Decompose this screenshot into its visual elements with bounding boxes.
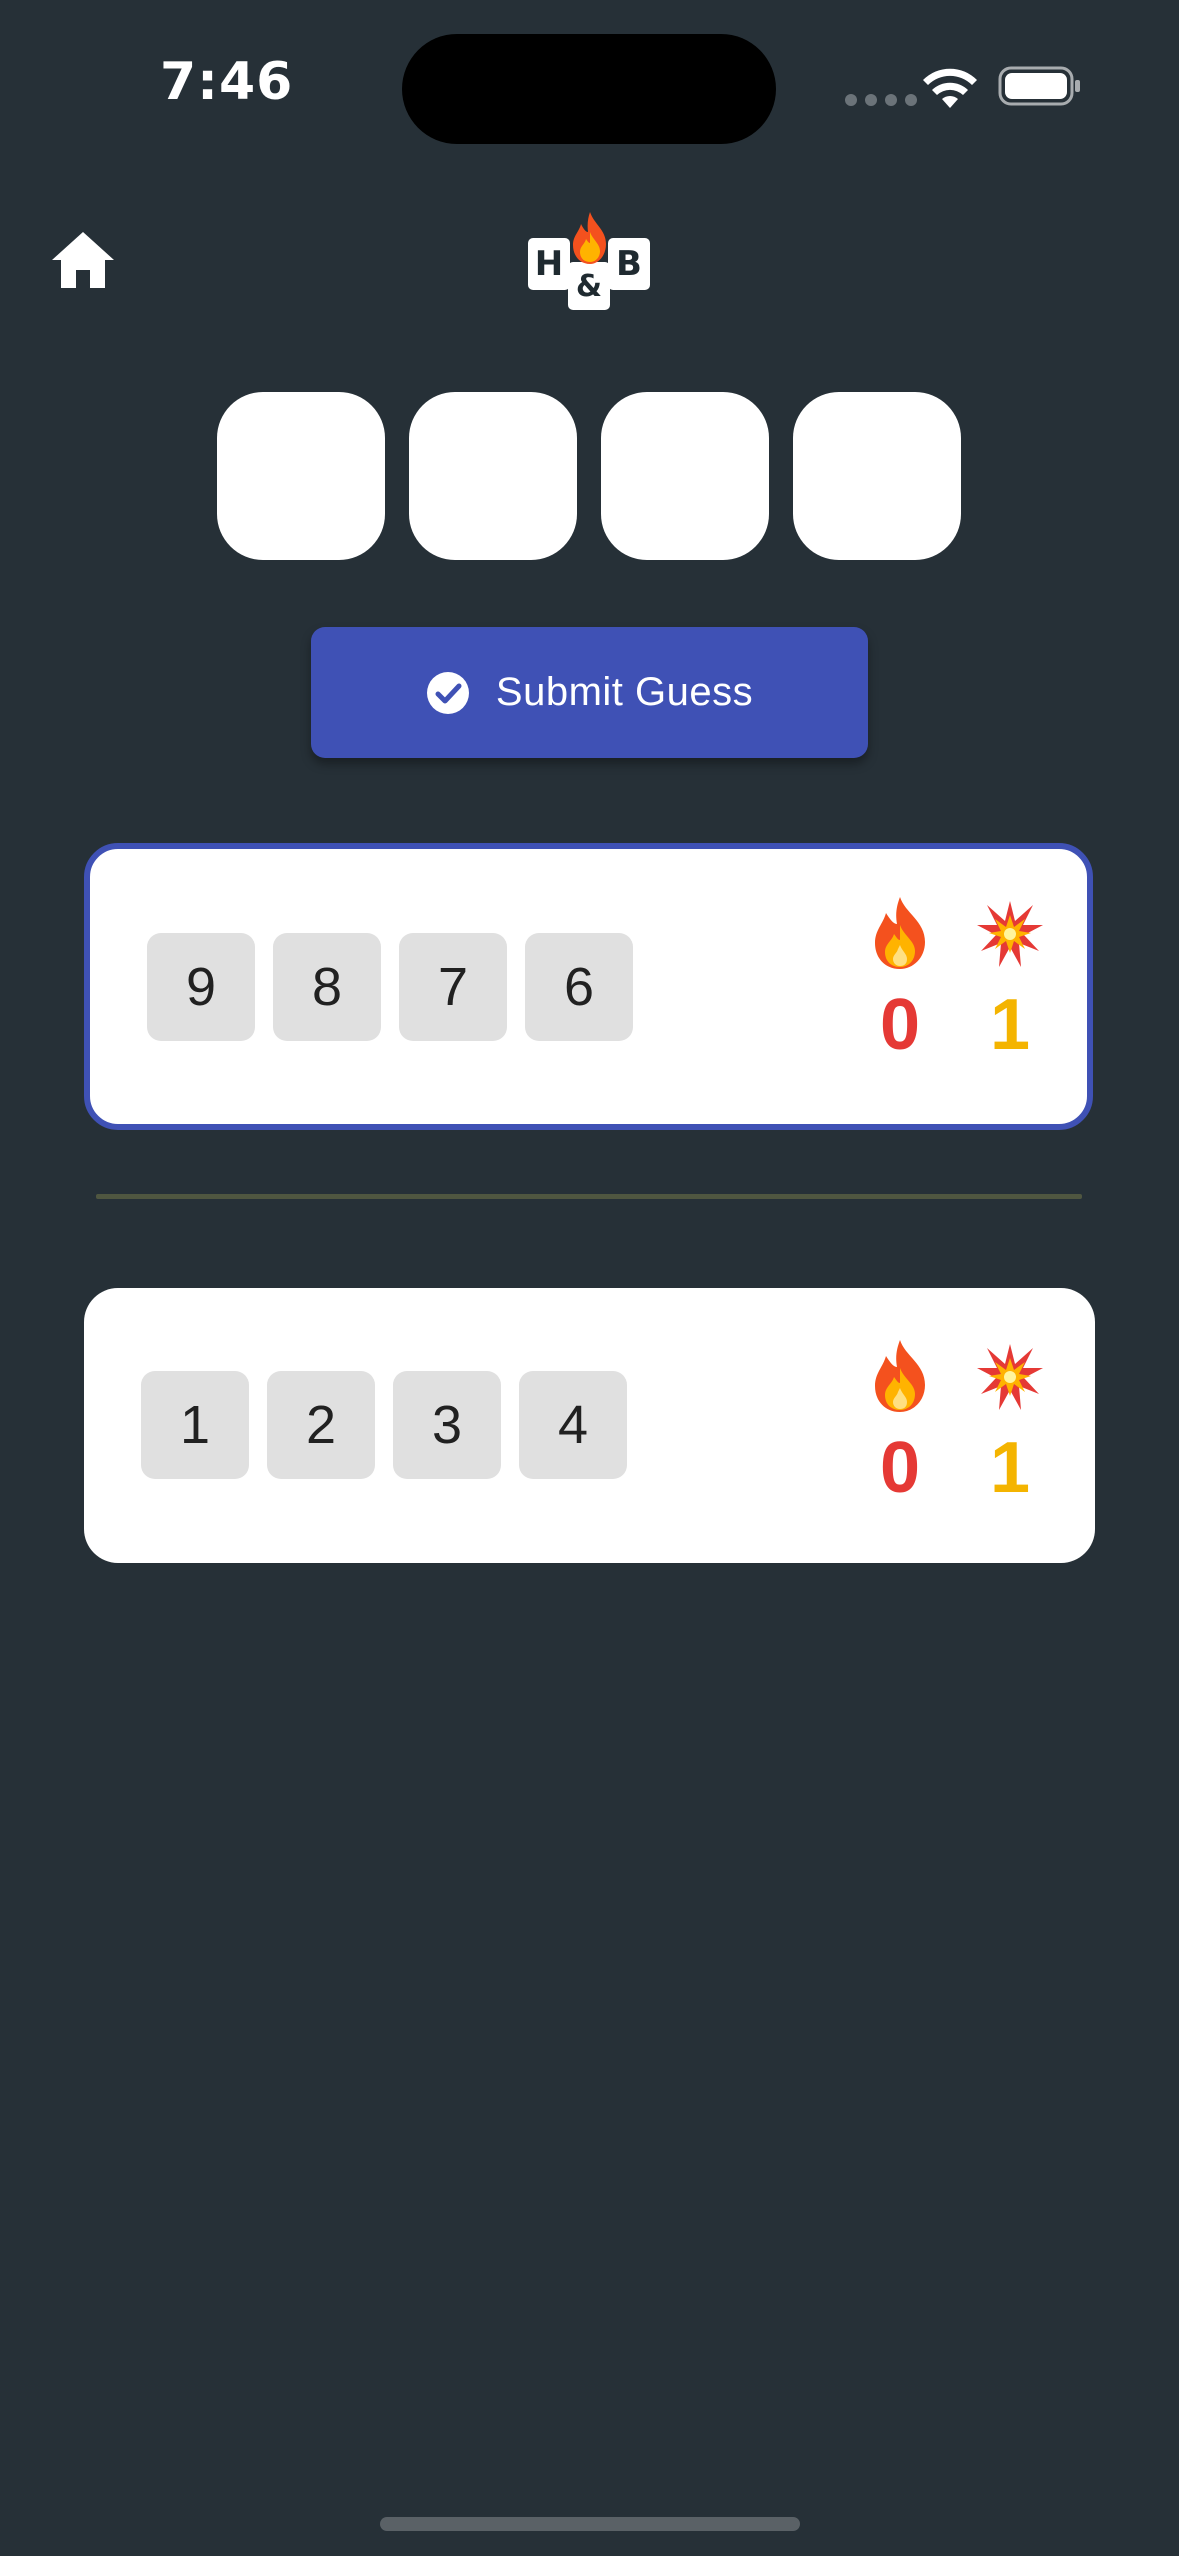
hot-score: 0 [860, 1338, 940, 1504]
app-logo: H B & [524, 210, 654, 310]
submit-guess-button[interactable]: Submit Guess [311, 627, 868, 758]
guess-digit: 9 [147, 933, 255, 1041]
flame-icon [573, 212, 606, 264]
fire-icon [875, 897, 925, 969]
check-circle-icon [426, 671, 469, 714]
battery-icon [998, 66, 1080, 106]
blow-score: 1 [970, 895, 1050, 1061]
logo-ampersand: & [568, 262, 610, 310]
guess-digit: 3 [393, 1371, 501, 1479]
cellular-signal-icon [845, 94, 917, 106]
status-time: 7:46 [160, 52, 294, 112]
collision-icon [977, 901, 1043, 967]
guess-digits: 1 2 3 4 [141, 1371, 627, 1479]
guess-history-card: 9 8 7 6 0 1 [84, 843, 1093, 1130]
guess-digit: 2 [267, 1371, 375, 1479]
guess-digit-input-2[interactable] [409, 392, 577, 560]
guess-history-card: 1 2 3 4 0 1 [84, 1288, 1095, 1563]
home-indicator[interactable] [380, 2517, 800, 2531]
submit-guess-label: Submit Guess [495, 670, 754, 714]
guess-digit-input-1[interactable] [217, 392, 385, 560]
fire-icon [875, 1340, 925, 1412]
hot-count: 0 [879, 1428, 921, 1508]
guess-input-row [217, 392, 961, 560]
guess-digit: 7 [399, 933, 507, 1041]
logo-letter-b: B [608, 238, 650, 290]
hot-count: 0 [879, 985, 921, 1065]
wifi-icon [923, 68, 977, 108]
guess-digit: 4 [519, 1371, 627, 1479]
guess-digit-input-4[interactable] [793, 392, 961, 560]
guess-digit: 1 [141, 1371, 249, 1479]
guess-digit: 8 [273, 933, 381, 1041]
home-icon[interactable] [50, 230, 116, 290]
guess-digit-input-3[interactable] [601, 392, 769, 560]
guess-digit: 6 [525, 933, 633, 1041]
blow-score: 1 [970, 1338, 1050, 1504]
blow-count: 1 [989, 985, 1031, 1065]
collision-icon [977, 1344, 1043, 1410]
hot-score: 0 [860, 895, 940, 1061]
logo-letter-h: H [528, 238, 570, 290]
blow-count: 1 [989, 1428, 1031, 1508]
guess-digits: 9 8 7 6 [147, 933, 633, 1041]
dynamic-island [402, 34, 776, 144]
divider [96, 1194, 1082, 1199]
